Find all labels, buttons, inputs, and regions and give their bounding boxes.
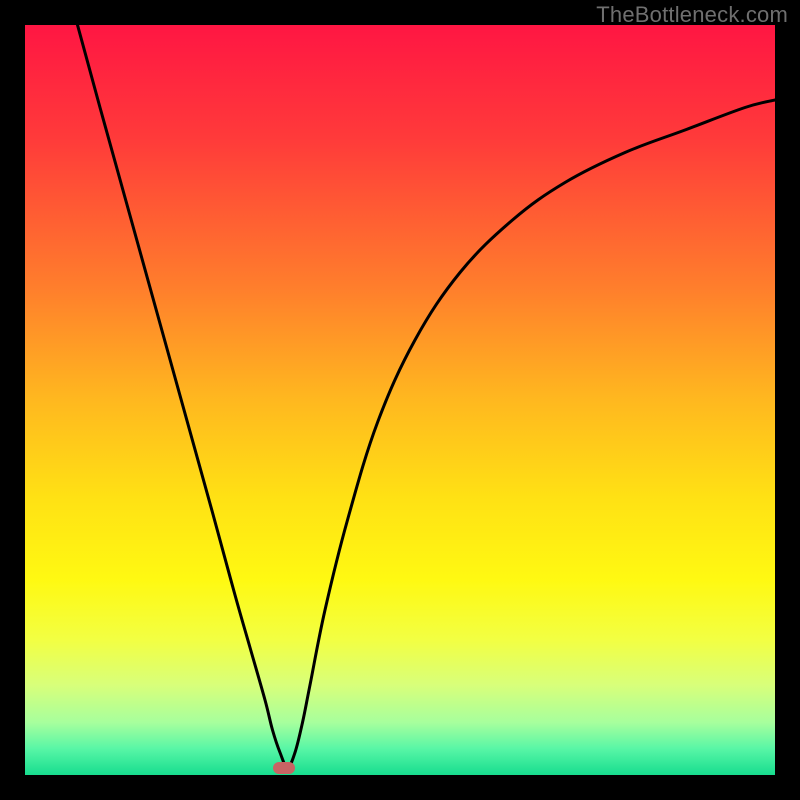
watermark-text: TheBottleneck.com [596, 2, 788, 28]
chart-marker [273, 762, 295, 774]
chart-curve [25, 25, 775, 775]
chart-plot-area [25, 25, 775, 775]
